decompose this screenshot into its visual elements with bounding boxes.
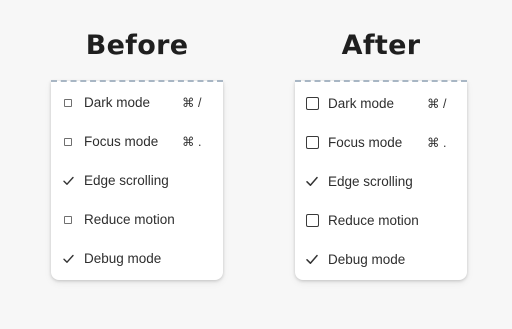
checkbox-unchecked-icon[interactable]	[305, 214, 319, 228]
keyboard-shortcut: ⌘ .	[182, 135, 202, 149]
keyboard-shortcut: ⌘ /	[427, 97, 447, 111]
menu-item-label: Edge scrolling	[328, 174, 413, 189]
checkmark-icon[interactable]	[305, 175, 319, 189]
menu-item-dark-mode[interactable]: Dark mode ⌘ /	[51, 83, 223, 122]
menu-item-reduce-motion[interactable]: Reduce motion	[295, 201, 467, 240]
menu-item-debug-mode[interactable]: Debug mode	[295, 240, 467, 279]
checkmark-icon[interactable]	[62, 175, 74, 187]
checkbox-unchecked-icon[interactable]	[305, 97, 319, 111]
menu-item-label: Debug mode	[84, 251, 162, 266]
menu-item-reduce-motion[interactable]: Reduce motion	[51, 200, 223, 239]
checkbox-unchecked-icon[interactable]	[62, 214, 74, 226]
before-menu: Dark mode ⌘ / Focus mode ⌘ . Edge scroll…	[51, 80, 223, 280]
checkmark-icon[interactable]	[62, 253, 74, 265]
menu-item-label: Reduce motion	[328, 213, 419, 228]
menu-item-label: Dark mode	[84, 95, 151, 110]
menu-item-focus-mode[interactable]: Focus mode ⌘ .	[51, 122, 223, 161]
after-heading: After	[341, 30, 421, 61]
menu-item-label: Edge scrolling	[84, 173, 169, 188]
keyboard-shortcut: ⌘ /	[182, 96, 202, 110]
after-menu: Dark mode ⌘ / Focus mode ⌘ . Edge scroll…	[295, 80, 467, 280]
menu-item-dark-mode[interactable]: Dark mode ⌘ /	[295, 84, 467, 123]
menu-item-debug-mode[interactable]: Debug mode	[51, 239, 223, 278]
menu-item-label: Dark mode	[328, 96, 395, 111]
keyboard-shortcut: ⌘ .	[427, 136, 447, 150]
before-heading: Before	[85, 30, 189, 61]
checkbox-unchecked-icon[interactable]	[62, 97, 74, 109]
checkmark-icon[interactable]	[305, 253, 319, 267]
menu-item-label: Reduce motion	[84, 212, 175, 227]
menu-item-label: Focus mode	[84, 134, 159, 149]
menu-top-dashed-edge	[295, 80, 467, 82]
menu-item-edge-scrolling[interactable]: Edge scrolling	[295, 162, 467, 201]
menu-item-edge-scrolling[interactable]: Edge scrolling	[51, 161, 223, 200]
menu-item-label: Focus mode	[328, 135, 403, 150]
menu-item-focus-mode[interactable]: Focus mode ⌘ .	[295, 123, 467, 162]
checkbox-unchecked-icon[interactable]	[62, 136, 74, 148]
menu-item-label: Debug mode	[328, 252, 406, 267]
checkbox-unchecked-icon[interactable]	[305, 136, 319, 150]
menu-top-dashed-edge	[51, 80, 223, 82]
